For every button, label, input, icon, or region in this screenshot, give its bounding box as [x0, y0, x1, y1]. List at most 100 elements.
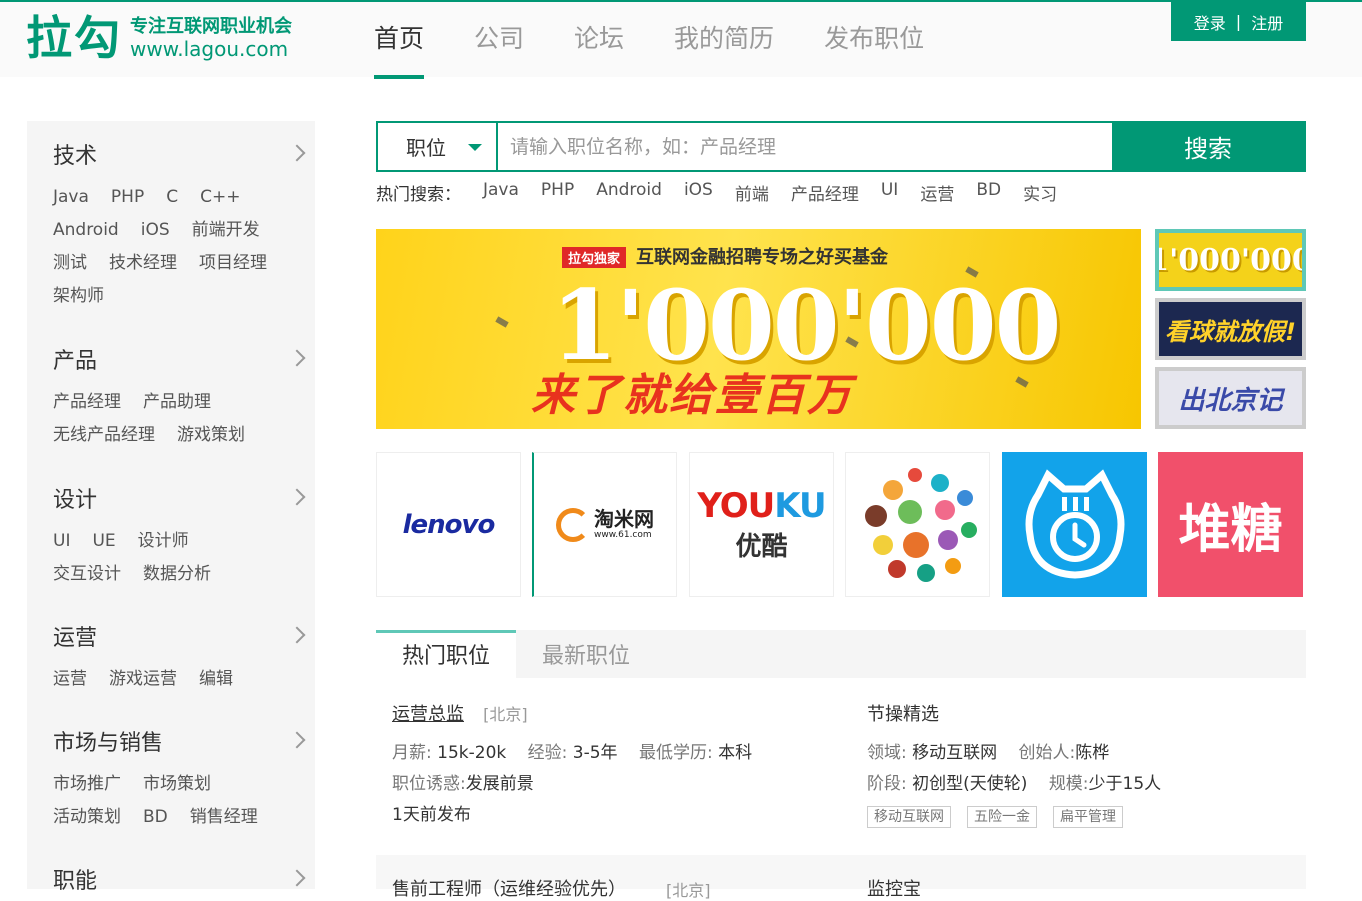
- job-item: 售前工程师（运维经验优先） [北京] 监控宝: [376, 855, 1306, 900]
- company-card-youku[interactable]: YOUKU 优酷: [689, 452, 834, 597]
- category-link[interactable]: 交互设计: [53, 564, 121, 584]
- caret-down-icon: [468, 144, 482, 151]
- category-product: 产品 产品经理 产品助理 无线产品经理 游戏策划: [53, 346, 306, 452]
- category-link[interactable]: Android: [53, 220, 119, 240]
- category-design: 设计 UI UE 设计师 交互设计 数据分析: [53, 485, 306, 591]
- category-link[interactable]: BD: [143, 807, 168, 827]
- tag: 扁平管理: [1053, 806, 1123, 828]
- nav-forum[interactable]: 论坛: [574, 2, 624, 79]
- job-title[interactable]: 售前工程师（运维经验优先）: [392, 875, 626, 901]
- nav-home[interactable]: 首页: [374, 2, 425, 79]
- job-education: 本科: [718, 743, 753, 763]
- hot-keyword[interactable]: 前端: [735, 180, 769, 205]
- logo-url: www.lagou.com: [130, 37, 289, 61]
- category-link[interactable]: 市场推广: [53, 774, 121, 794]
- category-link[interactable]: 技术经理: [109, 253, 177, 273]
- hot-keyword[interactable]: Java: [483, 180, 519, 205]
- category-link[interactable]: 数据分析: [143, 564, 211, 584]
- banner-headline: 互联网金融招聘专场之好买基金: [636, 247, 888, 268]
- category-tech: 技术 Java PHP C C++ Android iOS 前端开发 测试 技术经理 项目经理…: [53, 141, 306, 313]
- category-link[interactable]: 设计师: [138, 531, 189, 551]
- category-link[interactable]: 前端开发: [192, 220, 260, 240]
- category-link[interactable]: 架构师: [53, 286, 104, 306]
- hot-search: 热门搜索： Java PHP Android iOS 前端 产品经理 UI 运营…: [376, 180, 1057, 205]
- hot-keyword[interactable]: 实习: [1023, 180, 1057, 205]
- category-title[interactable]: 产品: [53, 346, 303, 378]
- category-title[interactable]: 技术: [53, 141, 303, 173]
- category-link[interactable]: iOS: [141, 220, 170, 240]
- nav-my-resume[interactable]: 我的简历: [674, 2, 774, 79]
- hot-search-label: 热门搜索：: [376, 185, 461, 205]
- category-operations: 运营 运营 游戏运营 编辑: [53, 623, 306, 696]
- category-link[interactable]: 销售经理: [190, 807, 258, 827]
- hot-keyword[interactable]: iOS: [684, 180, 713, 205]
- company-card-lenovo[interactable]: lenovo: [376, 452, 521, 597]
- category-link[interactable]: 游戏策划: [177, 425, 245, 445]
- taomi-swirl-icon: [556, 507, 590, 542]
- company-card-duitang[interactable]: 堆糖: [1158, 452, 1303, 597]
- category-link[interactable]: UE: [92, 531, 115, 551]
- category-link[interactable]: 无线产品经理: [53, 425, 155, 445]
- category-link[interactable]: 游戏运营: [109, 669, 177, 689]
- category-sidebar: 技术 Java PHP C C++ Android iOS 前端开发 测试 技术经理 项目经理…: [27, 121, 315, 894]
- nav-companies[interactable]: 公司: [474, 2, 524, 79]
- job-title[interactable]: 运营总监: [392, 704, 464, 725]
- company-card-taomi[interactable]: 淘米网 www.61.com: [532, 452, 677, 597]
- category-link[interactable]: 市场策划: [143, 774, 211, 794]
- category-link[interactable]: 产品经理: [53, 392, 121, 412]
- category-link[interactable]: C++: [200, 187, 240, 207]
- job-salary: 15k-20k: [437, 743, 507, 763]
- category-link[interactable]: PHP: [111, 187, 144, 207]
- hot-keyword[interactable]: UI: [881, 180, 898, 205]
- nav-post-job[interactable]: 发布职位: [824, 2, 924, 79]
- category-link[interactable]: 项目经理: [199, 253, 267, 273]
- top-bar: 拉勾 专注互联网职业机会 www.lagou.com 首页 公司 论坛 我的简历…: [0, 0, 1362, 79]
- search-input[interactable]: [498, 123, 1112, 170]
- main-nav: 首页 公司 论坛 我的简历 发布职位: [374, 2, 974, 79]
- company-tags: 移动互联网 五险一金 扁平管理: [867, 806, 1287, 828]
- category-link[interactable]: C: [166, 187, 178, 207]
- banner-thumb-2[interactable]: 看球就放假!: [1155, 298, 1306, 360]
- category-link[interactable]: 活动策划: [53, 807, 121, 827]
- job-tabs: 热门职位 最新职位: [376, 630, 1306, 678]
- category-link[interactable]: 产品助理: [143, 392, 211, 412]
- company-cards: lenovo 淘米网 www.61.com YOUKU 优酷 堆糖: [376, 452, 1306, 597]
- category-link[interactable]: 测试: [53, 253, 87, 273]
- hot-keyword[interactable]: PHP: [541, 180, 574, 205]
- company-card-alarm[interactable]: [1002, 452, 1147, 597]
- category-title[interactable]: 设计: [53, 485, 303, 517]
- search-type-select[interactable]: 职位: [378, 123, 498, 170]
- logo[interactable]: 拉勾 专注互联网职业机会 www.lagou.com: [26, 12, 292, 64]
- hot-keyword[interactable]: 运营: [920, 180, 954, 205]
- category-functions: 职能: [53, 866, 306, 898]
- company-name[interactable]: 监控宝: [867, 875, 921, 901]
- tab-hot-jobs[interactable]: 热门职位: [376, 630, 516, 678]
- tag: 五险一金: [967, 806, 1037, 828]
- category-title[interactable]: 市场与销售: [53, 728, 303, 760]
- promo-banner[interactable]: 拉勾独家 互联网金融招聘专场之好买基金 1'000'000 来了就给壹百万: [376, 229, 1141, 429]
- company-name[interactable]: 节操精选: [867, 700, 1287, 726]
- category-link[interactable]: 运营: [53, 669, 87, 689]
- job-perk: 发展前景: [465, 774, 534, 794]
- login-link[interactable]: 登录: [1194, 10, 1226, 34]
- hot-keyword[interactable]: 产品经理: [791, 180, 859, 205]
- category-title[interactable]: 运营: [53, 623, 303, 655]
- job-location: [北京]: [666, 881, 711, 900]
- banner-thumb-1[interactable]: 1'000'000: [1155, 229, 1306, 291]
- hot-keyword[interactable]: Android: [596, 180, 662, 205]
- banner-tag: 拉勾独家: [562, 247, 627, 268]
- tab-latest-jobs[interactable]: 最新职位: [516, 630, 656, 678]
- hot-keyword[interactable]: BD: [976, 180, 1001, 205]
- category-link[interactable]: UI: [53, 531, 70, 551]
- register-link[interactable]: 注册: [1251, 10, 1283, 34]
- search-button[interactable]: 搜索: [1112, 123, 1304, 170]
- duitang-logo: 堆糖: [1178, 500, 1283, 560]
- lenovo-logo: lenovo: [402, 509, 496, 540]
- colorful-shapes-logo: [853, 460, 983, 590]
- banner-thumb-3[interactable]: 出北京记: [1155, 367, 1306, 429]
- category-title[interactable]: 职能: [53, 866, 303, 898]
- auth-divider: |: [1235, 12, 1242, 31]
- company-card-colorful[interactable]: [845, 452, 990, 597]
- category-link[interactable]: Java: [53, 187, 89, 207]
- category-link[interactable]: 编辑: [199, 669, 233, 689]
